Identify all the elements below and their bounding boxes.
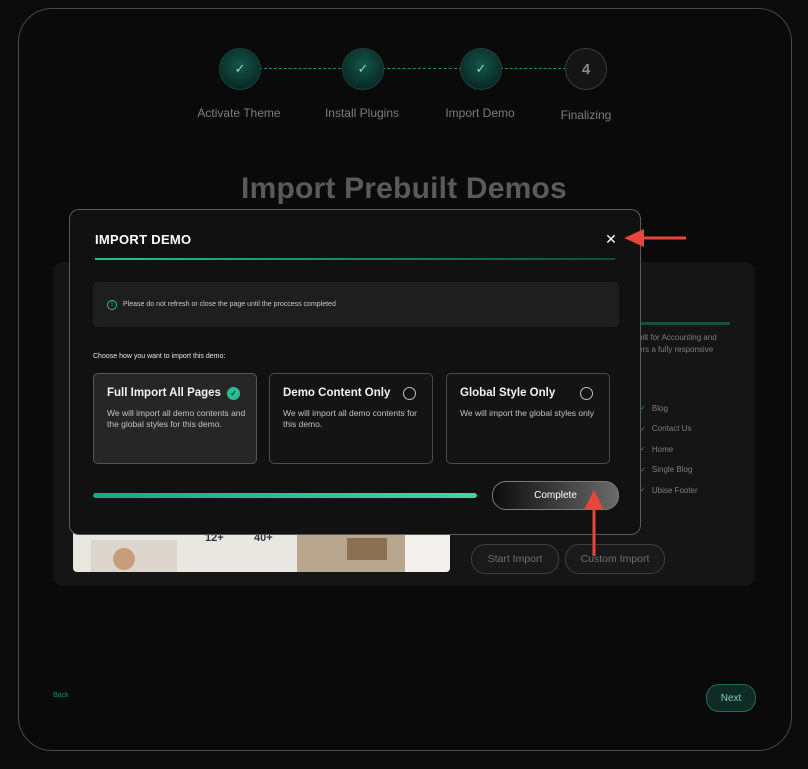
step-connector [382, 68, 462, 69]
list-item-label: Blog [651, 403, 668, 413]
option-title: Full Import All Pages [107, 387, 221, 399]
modal-title: IMPORT DEMO [95, 232, 192, 247]
option-demo-content-only[interactable]: Demo Content Only We will import all dem… [269, 373, 433, 464]
next-button[interactable]: Next [706, 684, 756, 712]
import-demo-modal: IMPORT DEMO ✕ ! Please do not refresh or… [69, 209, 641, 535]
list-item-label: Single Blog [651, 465, 693, 475]
thumbnail-avatar [113, 548, 135, 570]
back-link[interactable]: Back [53, 692, 69, 699]
info-icon: ! [107, 299, 117, 310]
step-label-install-plugins: Install Plugins [324, 106, 400, 120]
progress-fill [93, 493, 477, 498]
option-global-style-only[interactable]: Global Style Only We will import the glo… [446, 373, 610, 464]
step-4-number: 4 [565, 48, 607, 90]
step-connector [500, 68, 566, 69]
option-description: We will import all demo contents for thi… [283, 408, 418, 429]
warning-notice: ! Please do not refresh or close the pag… [93, 282, 619, 327]
import-progress-bar [93, 493, 477, 498]
custom-import-button[interactable]: Custom Import [565, 544, 665, 574]
list-item: ✓ Ubise Footer [640, 480, 698, 501]
list-item: ✓ Blog [640, 398, 698, 419]
list-item-label: Ubise Footer [651, 485, 698, 495]
option-description: We will import the global styles only [460, 408, 595, 418]
step-label-finalizing: Finalizing [560, 108, 612, 122]
card-description-line: ers a fully responsive [638, 345, 714, 354]
card-description-line: uilt for Accounting and [638, 333, 717, 342]
list-item: ✓ Home [640, 439, 698, 460]
page-title: Import Prebuilt Demos [241, 172, 567, 205]
radio-unchecked-icon[interactable] [403, 387, 416, 400]
list-item-label: Home [651, 444, 674, 454]
annotation-arrow-close [624, 229, 686, 247]
list-item-label: Contact Us [651, 424, 692, 434]
step-3-check-icon: ✓ [460, 48, 502, 90]
step-connector [259, 68, 346, 69]
stepper: ✓ ✓ ✓ 4 Activate Theme Install Plugins I… [0, 0, 808, 140]
step-2-check-icon: ✓ [342, 48, 384, 90]
thumbnail-block [405, 530, 450, 572]
page-list: ✓ Blog ✓ Contact Us ✓ Home ✓ Single Blog ✓ Ub… [640, 398, 698, 501]
radio-checked-icon[interactable]: ✓ [227, 387, 240, 400]
card-description: uilt for Accounting and ers a fully resp… [638, 332, 758, 356]
title-underline [95, 258, 615, 260]
option-title: Demo Content Only [283, 387, 391, 399]
radio-unchecked-icon[interactable] [580, 387, 593, 400]
notice-text: Please do not refresh or close the page … [123, 301, 336, 308]
start-import-button[interactable]: Start Import [471, 544, 559, 574]
list-item: ✓ Single Blog [640, 460, 698, 481]
step-label-import-demo: Import Demo [445, 106, 515, 120]
import-type-label: Choose how you want to import this demo: [93, 353, 226, 360]
demo-thumbnail[interactable]: 12+ 40+ [73, 530, 450, 572]
option-description: We will import all demo contents and the… [107, 408, 246, 429]
close-icon[interactable]: ✕ [602, 230, 620, 248]
thumbnail-photo [347, 538, 387, 560]
step-1-check-icon: ✓ [219, 48, 261, 90]
step-label-activate-theme: Activate Theme [197, 106, 281, 120]
option-full-import[interactable]: Full Import All Pages ✓ We will import a… [93, 373, 257, 464]
card-accent-bar [640, 322, 730, 325]
annotation-arrow-complete [584, 490, 604, 556]
option-title: Global Style Only [460, 387, 556, 399]
list-item: ✓ Contact Us [640, 419, 698, 440]
